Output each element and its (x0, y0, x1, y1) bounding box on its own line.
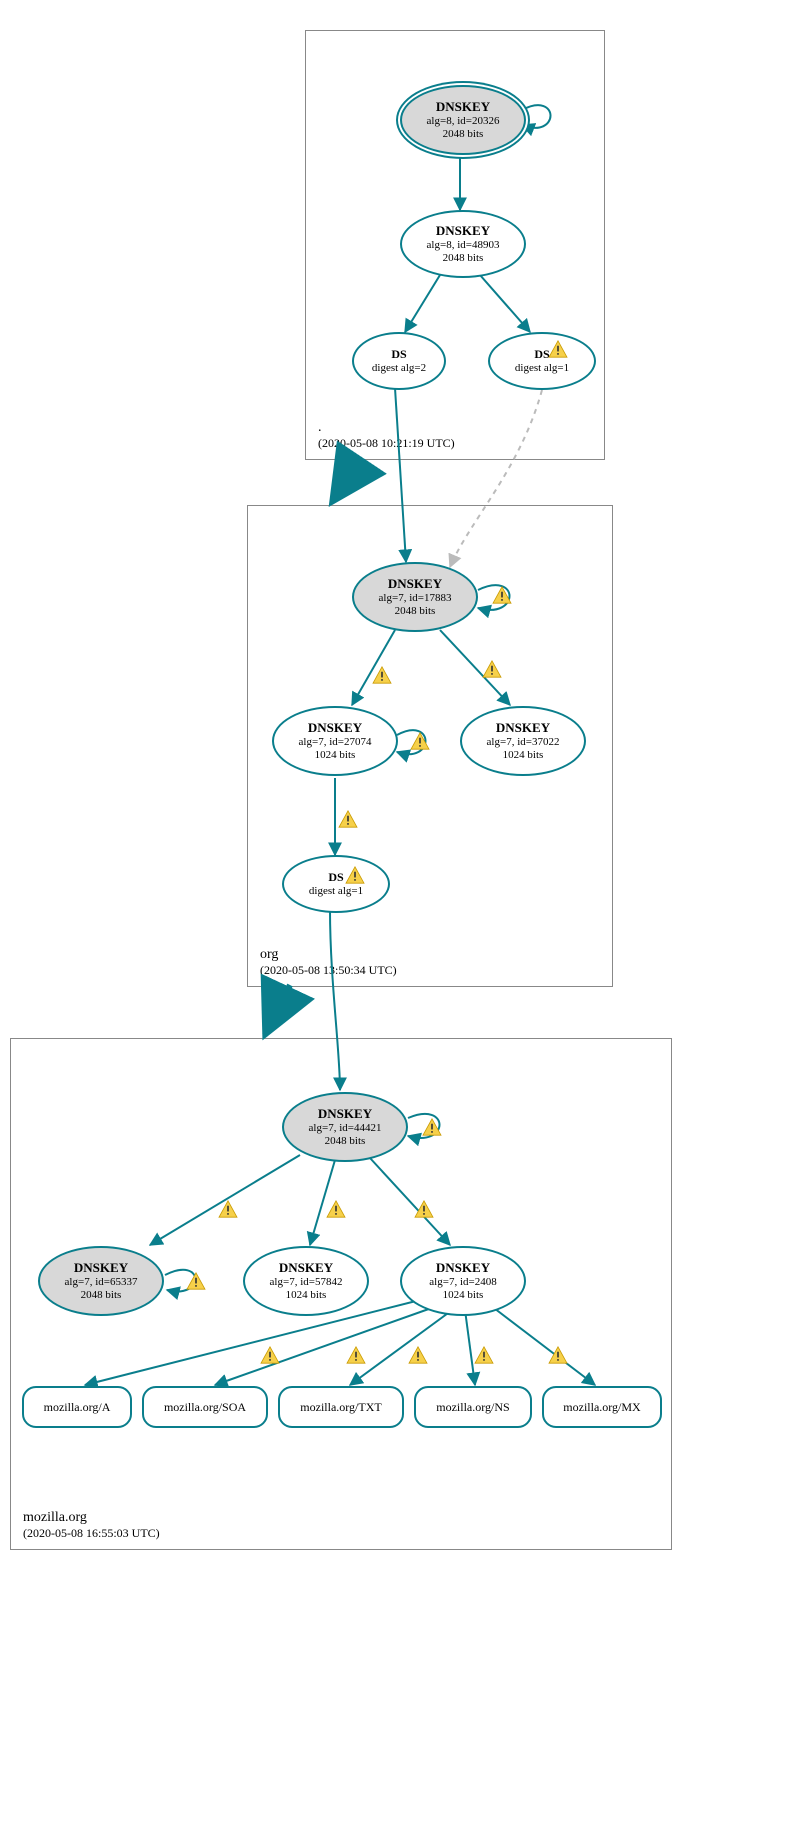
node-root-ds1: DS digest alg=1 (488, 332, 596, 390)
node-rr-ns: mozilla.org/NS (414, 1386, 532, 1428)
node-rr-a: mozilla.org/A (22, 1386, 132, 1428)
node-moz-k65: DNSKEY alg=7, id=65337 2048 bits (38, 1246, 164, 1316)
node-root-ksk: DNSKEY alg=8, id=20326 2048 bits (400, 85, 526, 155)
zone-root-ts: (2020-05-08 10:21:19 UTC) (318, 436, 455, 451)
node-org-zsk2: DNSKEY alg=7, id=37022 1024 bits (460, 706, 586, 776)
zone-mozilla-label: mozilla.org (2020-05-08 16:55:03 UTC) (23, 1510, 160, 1541)
zone-root-name: . (318, 420, 455, 436)
node-moz-k24: DNSKEY alg=7, id=2408 1024 bits (400, 1246, 526, 1316)
zone-root-label: . (2020-05-08 10:21:19 UTC) (318, 420, 455, 451)
node-moz-ksk: DNSKEY alg=7, id=44421 2048 bits (282, 1092, 408, 1162)
title: DNSKEY (436, 99, 490, 115)
node-rr-txt: mozilla.org/TXT (278, 1386, 404, 1428)
node-root-ds2: DS digest alg=2 (352, 332, 446, 390)
node-moz-k57: DNSKEY alg=7, id=57842 1024 bits (243, 1246, 369, 1316)
node-rr-soa: mozilla.org/SOA (142, 1386, 268, 1428)
node-rr-mx: mozilla.org/MX (542, 1386, 662, 1428)
node-org-ksk: DNSKEY alg=7, id=17883 2048 bits (352, 562, 478, 632)
zone-org-label: org (2020-05-08 13:50:34 UTC) (260, 947, 397, 978)
node-org-ds: DS digest alg=1 (282, 855, 390, 913)
zone-mozilla-ts: (2020-05-08 16:55:03 UTC) (23, 1526, 160, 1541)
node-root-zsk: DNSKEY alg=8, id=48903 2048 bits (400, 210, 526, 278)
zone-org-ts: (2020-05-08 13:50:34 UTC) (260, 963, 397, 978)
zone-org-name: org (260, 947, 397, 963)
zone-mozilla-name: mozilla.org (23, 1510, 160, 1526)
node-org-zsk1: DNSKEY alg=7, id=27074 1024 bits (272, 706, 398, 776)
